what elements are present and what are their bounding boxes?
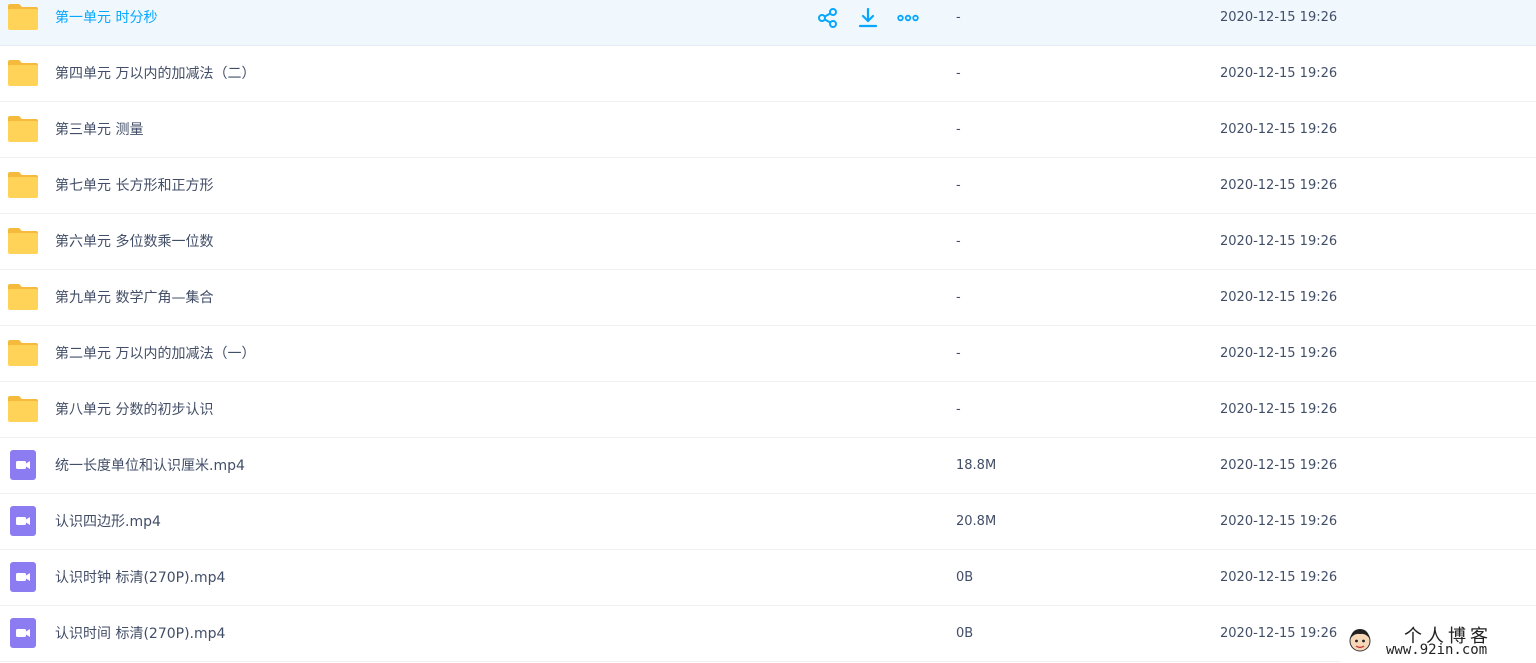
share-icon[interactable] <box>816 6 840 30</box>
modified-time: 2020-12-15 19:26 <box>1220 122 1338 137</box>
file-size: - <box>956 66 961 81</box>
file-row[interactable]: 第六单元 多位数乘一位数 - 2020-12-15 19:26 <box>0 214 1536 270</box>
modified-time: 2020-12-15 19:26 <box>1220 234 1338 249</box>
modified-time: 2020-12-15 19:26 <box>1220 458 1338 473</box>
modified-time: 2020-12-15 19:26 <box>1220 66 1338 81</box>
file-size: 18.8M <box>956 458 997 473</box>
file-row[interactable]: 第七单元 长方形和正方形 - 2020-12-15 19:26 <box>0 158 1536 214</box>
file-size: - <box>956 10 961 25</box>
modified-time: 2020-12-15 19:26 <box>1220 178 1338 193</box>
file-name-link[interactable]: 认识时间 标清(270P).mp4 <box>55 625 225 643</box>
video-file-icon[interactable] <box>7 450 39 480</box>
file-size: - <box>956 346 961 361</box>
file-name-link[interactable]: 第九单元 数学广角—集合 <box>55 289 213 307</box>
file-list: 第一单元 时分秒 -2020-12-15 19:26 第四单元 万以内的加减法（二）… <box>0 0 1536 662</box>
modified-time: 2020-12-15 19:26 <box>1220 570 1338 585</box>
file-name-link[interactable]: 统一长度单位和认识厘米.mp4 <box>55 457 245 475</box>
modified-time: 2020-12-15 19:26 <box>1220 10 1338 25</box>
file-size: - <box>956 178 961 193</box>
more-icon[interactable] <box>896 6 920 30</box>
folder-icon[interactable] <box>7 2 39 32</box>
file-row[interactable]: 第九单元 数学广角—集合 - 2020-12-15 19:26 <box>0 270 1536 326</box>
folder-icon[interactable] <box>7 114 39 144</box>
file-row[interactable]: 认识四边形.mp4 20.8M 2020-12-15 19:26 <box>0 494 1536 550</box>
file-name-link[interactable]: 第二单元 万以内的加减法（一） <box>55 345 255 363</box>
watermark-url: www.92in.com <box>1386 642 1488 658</box>
modified-time: 2020-12-15 19:26 <box>1220 290 1338 305</box>
file-row[interactable]: 第八单元 分数的初步认识 - 2020-12-15 19:26 <box>0 382 1536 438</box>
folder-icon[interactable] <box>7 394 39 424</box>
file-name-link[interactable]: 第一单元 时分秒 <box>55 9 157 27</box>
video-file-icon[interactable] <box>7 562 39 592</box>
file-name-link[interactable]: 第八单元 分数的初步认识 <box>55 401 213 419</box>
file-name-link[interactable]: 认识时钟 标清(270P).mp4 <box>55 569 225 587</box>
file-row[interactable]: 认识时间 标清(270P).mp4 0B 2020-12-15 19:26 <box>0 606 1536 662</box>
cartoon-face-icon <box>1349 629 1371 652</box>
file-row[interactable]: 统一长度单位和认识厘米.mp4 18.8M 2020-12-15 19:26 <box>0 438 1536 494</box>
folder-icon[interactable] <box>7 282 39 312</box>
file-name-link[interactable]: 第六单元 多位数乘一位数 <box>55 233 213 251</box>
file-size: - <box>956 234 961 249</box>
file-row[interactable]: 第三单元 测量 - 2020-12-15 19:26 <box>0 102 1536 158</box>
folder-icon[interactable] <box>7 58 39 88</box>
modified-time: 2020-12-15 19:26 <box>1220 402 1338 417</box>
file-row[interactable]: 第四单元 万以内的加减法（二） - 2020-12-15 19:26 <box>0 46 1536 102</box>
file-row[interactable]: 第二单元 万以内的加减法（一） - 2020-12-15 19:26 <box>0 326 1536 382</box>
folder-icon[interactable] <box>7 226 39 256</box>
modified-time: 2020-12-15 19:26 <box>1220 346 1338 361</box>
file-size: - <box>956 402 961 417</box>
folder-icon[interactable] <box>7 338 39 368</box>
file-size: - <box>956 290 961 305</box>
file-row[interactable]: 第一单元 时分秒 - 2020-12-15 19:26 <box>0 0 1536 46</box>
file-size: - <box>956 122 961 137</box>
video-file-icon[interactable] <box>7 506 39 536</box>
modified-time: 2020-12-15 19:26 <box>1220 626 1338 641</box>
watermark: 个人博客 www.92in.com <box>1340 620 1536 663</box>
file-size: 0B <box>956 626 974 641</box>
file-name-link[interactable]: 第四单元 万以内的加减法（二） <box>55 65 255 83</box>
file-name-link[interactable]: 第七单元 长方形和正方形 <box>55 177 213 195</box>
file-row[interactable]: 认识时钟 标清(270P).mp4 0B 2020-12-15 19:26 <box>0 550 1536 606</box>
file-name-link[interactable]: 第三单元 测量 <box>55 121 143 139</box>
folder-icon[interactable] <box>7 170 39 200</box>
video-file-icon[interactable] <box>7 618 39 648</box>
file-name-link[interactable]: 认识四边形.mp4 <box>55 513 161 531</box>
modified-time: 2020-12-15 19:26 <box>1220 514 1338 529</box>
file-size: 0B <box>956 570 974 585</box>
file-size: 20.8M <box>956 514 997 529</box>
download-icon[interactable] <box>856 6 880 30</box>
